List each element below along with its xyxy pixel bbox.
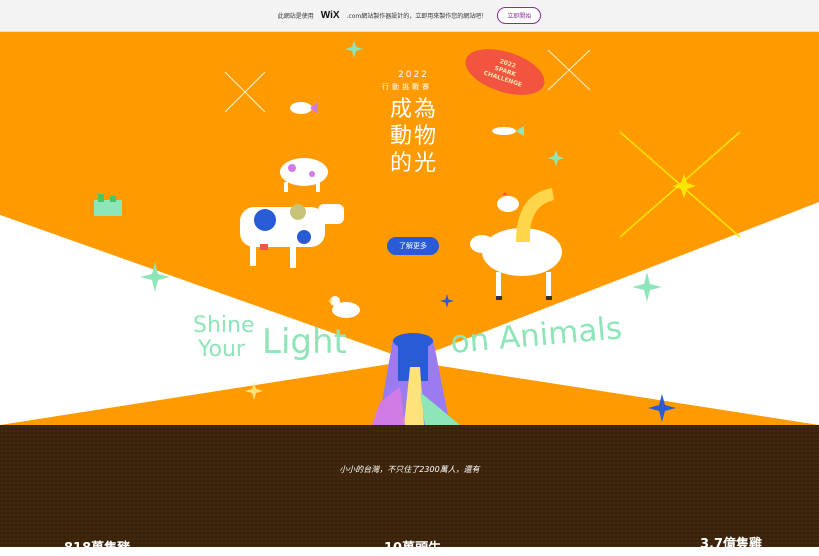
page-headline: 成為 動物 的光 bbox=[390, 96, 438, 177]
yellow-sparkle-icon bbox=[672, 174, 696, 198]
mint-star-right-icon bbox=[632, 272, 662, 302]
learn-more-button[interactable]: 了解更多 bbox=[387, 237, 439, 255]
campaign-name: 行動挑戰賽 bbox=[382, 83, 432, 91]
cow-icon bbox=[240, 204, 344, 268]
mint-sparkle-icon bbox=[548, 150, 564, 166]
start-now-button[interactable]: 立即開始 bbox=[497, 7, 542, 24]
mint-star-left-icon bbox=[140, 262, 170, 292]
pig-icon bbox=[280, 158, 328, 192]
fish-icon bbox=[290, 102, 318, 114]
stat-chickens: 3.7億隻雞 bbox=[700, 537, 763, 552]
slogan-your: Your bbox=[198, 337, 245, 362]
hero-section: 2022 行動挑戰賽 成為 動物 的光 2022 SPARK CHALLENGE… bbox=[0, 32, 819, 425]
green-sparkle-icon bbox=[345, 40, 363, 58]
stats-section: 小小的台灣，不只住了2300萬人，還有 818萬隻豬 10萬頭牛 3.7億隻雞 bbox=[0, 425, 819, 556]
green-plant-icon bbox=[94, 194, 122, 216]
blue-star-small-icon bbox=[440, 294, 454, 308]
yellow-arc-icon bbox=[516, 188, 554, 242]
headline-line-3: 的光 bbox=[390, 151, 439, 176]
slogan-light: Light bbox=[262, 322, 347, 362]
duck-icon bbox=[328, 296, 360, 318]
banner-text-after: .com網站製作器設計的，立即用來製作您的網站吧！ bbox=[346, 13, 488, 20]
yellow-star-small-icon bbox=[245, 382, 263, 400]
slogan-shine: Shine bbox=[193, 313, 255, 338]
banner-text-before: 此網站是使用 bbox=[277, 13, 314, 20]
fish-small-icon bbox=[492, 126, 524, 136]
headline-line-1: 成為 bbox=[390, 97, 439, 122]
campaign-year: 2022 bbox=[398, 70, 429, 80]
blue-star-large-icon bbox=[648, 394, 676, 422]
wix-banner: 此網站是使用 WiX .com網站製作器設計的，立即用來製作您的網站吧！ 立即開… bbox=[0, 0, 819, 32]
wix-logo[interactable]: WiX bbox=[321, 10, 340, 21]
stats-intro: 小小的台灣，不只住了2300萬人，還有 bbox=[339, 465, 480, 474]
headline-line-2: 動物 bbox=[390, 124, 439, 149]
